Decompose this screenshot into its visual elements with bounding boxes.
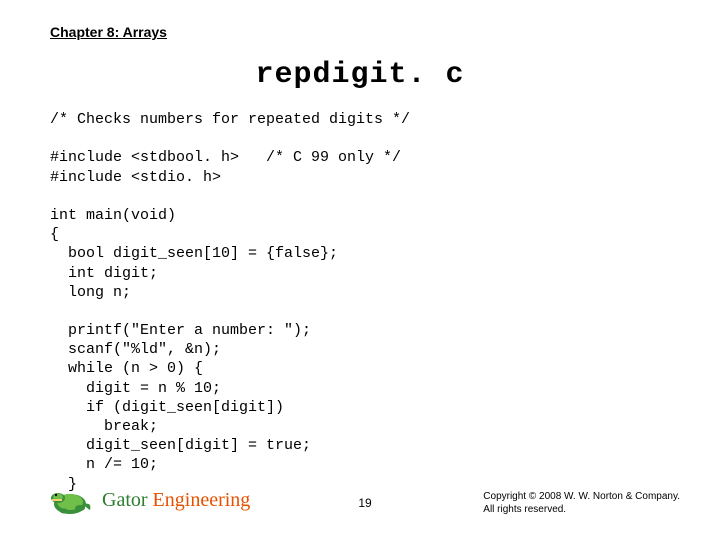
page-number: 19 bbox=[358, 496, 371, 510]
footer: Gator Engineering 19 Copyright © 2008 W.… bbox=[50, 480, 680, 522]
copyright-line-2: All rights reserved. bbox=[483, 504, 680, 517]
code-listing: /* Checks numbers for repeated digits */… bbox=[50, 110, 670, 494]
brand-text: Gator Engineering bbox=[102, 489, 250, 512]
brand-first: Gator bbox=[102, 489, 148, 511]
copyright-line-1: Copyright © 2008 W. W. Norton & Company. bbox=[483, 491, 680, 504]
chapter-heading: Chapter 8: Arrays bbox=[50, 24, 167, 40]
gator-icon bbox=[50, 478, 94, 516]
page-title: repdigit. c bbox=[0, 58, 720, 92]
copyright-text: Copyright © 2008 W. W. Norton & Company.… bbox=[483, 491, 680, 516]
brand-last: Engineering bbox=[148, 489, 251, 511]
